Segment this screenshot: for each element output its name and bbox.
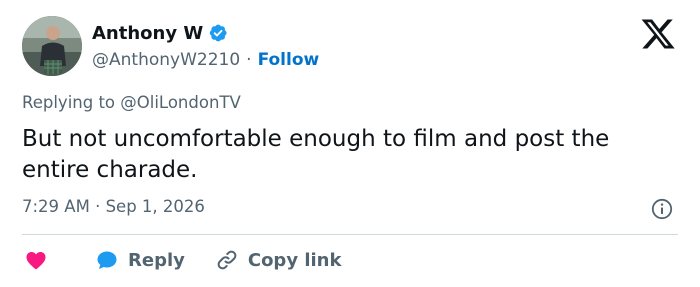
tweet-time: 7:29 AM — [22, 197, 90, 216]
x-logo-icon[interactable] — [640, 18, 676, 50]
info-icon[interactable] — [651, 198, 673, 220]
chat-bubble-icon — [95, 248, 119, 272]
copy-link-label: Copy link — [247, 249, 342, 271]
replying-to: Replying to @OliLondonTV — [22, 93, 241, 112]
divider — [22, 234, 678, 235]
reply-button[interactable]: Reply — [95, 248, 185, 272]
copy-link-button[interactable]: Copy link — [215, 248, 342, 272]
reply-label: Reply — [128, 249, 185, 271]
follow-button[interactable]: Follow — [258, 50, 320, 70]
separator-dot: · — [246, 50, 252, 70]
author-handle-row: @AnthonyW2210 · Follow — [92, 48, 319, 72]
heart-icon — [24, 248, 48, 272]
replying-to-prefix: Replying to — [22, 93, 121, 112]
like-button[interactable] — [24, 248, 48, 272]
tweet-embed-card: Anthony W @AnthonyW2210 · Follow Replyin… — [0, 0, 700, 287]
tweet-timestamp[interactable]: 7:29 AM · Sep 1, 2026 — [22, 197, 205, 216]
author-display-name[interactable]: Anthony W — [92, 23, 203, 44]
avatar-photo — [22, 16, 82, 76]
reply-target-handle[interactable]: @OliLondonTV — [120, 93, 241, 112]
author-name-row: Anthony W — [92, 20, 228, 46]
timestamp-separator: · — [95, 197, 101, 216]
tweet-text: But not uncomfortable enough to film and… — [22, 126, 610, 183]
link-icon — [215, 248, 239, 272]
verified-badge-icon — [208, 23, 228, 43]
tweet-date: Sep 1, 2026 — [105, 197, 205, 216]
tweet-actions: Reply Copy link — [22, 245, 341, 275]
avatar[interactable] — [22, 16, 82, 76]
author-handle[interactable]: @AnthonyW2210 — [92, 50, 240, 70]
